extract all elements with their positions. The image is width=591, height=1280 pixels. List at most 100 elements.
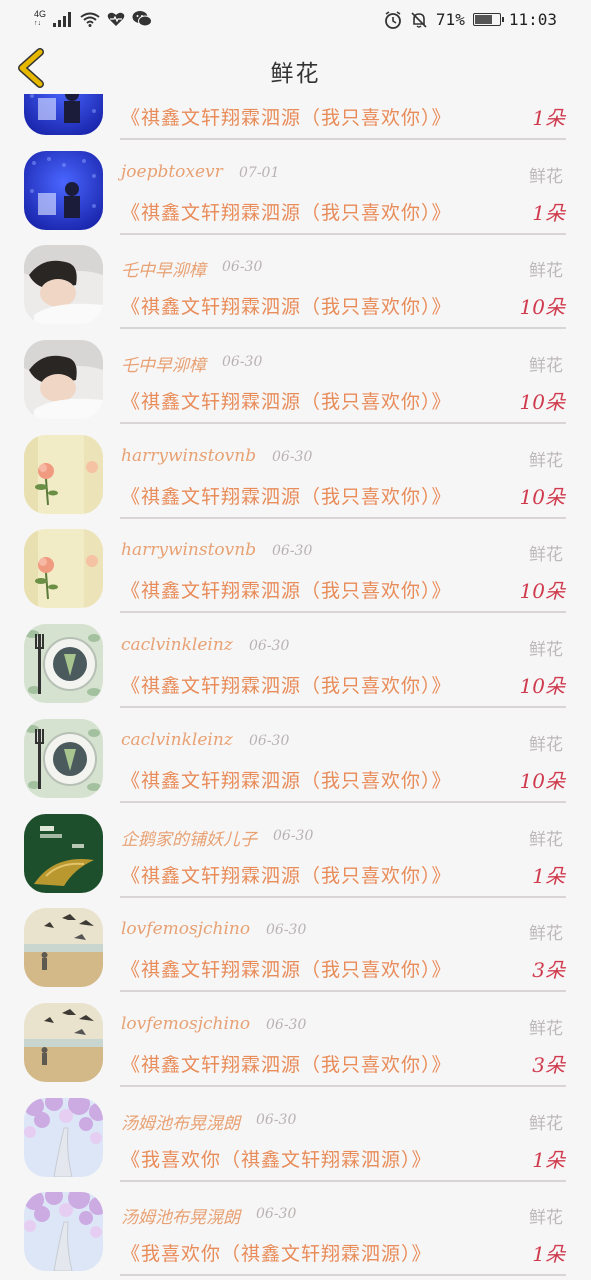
gift-count: 3朵 [532,958,565,983]
avatar[interactable] [24,624,103,704]
gift-type: 鲜花 [529,640,563,661]
list-item[interactable]: lovfemosjchino 06-30 鲜花 《祺鑫文轩翔霖泗源（我只喜欢你）》 3朵 [0,986,591,1087]
username[interactable]: 乇中早泖樟 [121,351,206,376]
gift-type: 鲜花 [529,1208,563,1229]
list-item[interactable]: 汤姆池布晃滉朗 06-30 鲜花《我喜欢你（祺鑫文轩翔霖泗源）》 1朵 [0,1175,591,1277]
list-item[interactable]: caclvinkleinz 06-30 鲜花《祺鑫文轩翔霖泗源（我只喜欢你）》 10朵 [0,702,591,803]
gift-message: 《祺鑫文轩翔霖泗源（我只喜欢你）》 [121,769,452,792]
list-item[interactable]: caclvinkleinz 06-30 鲜花《祺鑫文轩翔霖泗源（我只喜欢你）》 10朵 [0,607,591,709]
gift-date: 06-30 [256,1206,297,1223]
avatar[interactable] [24,1097,103,1177]
gift-type: 鲜花 [529,545,563,566]
avatar[interactable] [24,908,103,988]
gift-message: 《祺鑫文轩翔霖泗源（我只喜欢你）》 [121,107,452,129]
gift-type: 鲜花 [529,356,563,377]
list-item[interactable]: 汤姆池布晃滉朗 06-30 鲜花《我喜欢你（祺鑫文轩翔霖泗源）》 1朵 [0,1081,591,1182]
gift-date: 06-30 [256,1111,297,1128]
battery-percent: 71% [435,10,465,29]
avatar[interactable] [24,245,103,325]
gift-count: 10朵 [519,768,565,793]
gift-count: 3朵 [532,1052,565,1077]
gift-type: 鲜花 [529,924,563,945]
gift-message: 《祺鑫文轩翔霖泗源（我只喜欢你）》 [121,580,452,603]
gift-count: 1朵 [532,200,565,225]
list-item[interactable]: 企鹅家的铺妖儿子 06-30 鲜花《祺鑫文轩翔霖泗源（我只喜欢你）》 1朵 [0,797,591,898]
username[interactable]: caclvinkleinz [121,635,233,655]
avatar[interactable] [24,150,103,230]
battery-icon [472,13,504,26]
nav-header: 鲜花 [0,40,591,94]
avatar[interactable] [24,340,103,420]
gift-date: 06-30 [272,543,313,560]
list-item[interactable]: 乇中早泖樟 06-30 鲜花《祺鑫文轩翔霖泗源（我只喜欢你）》 10朵 [0,323,591,425]
gift-type: 鲜花 [529,829,563,850]
signal-icon [53,11,72,27]
gift-message: 《祺鑫文轩翔霖泗源（我只喜欢你）》 [121,391,452,414]
avatar[interactable] [24,718,103,798]
gift-count: 10朵 [519,579,565,604]
avatar[interactable] [24,1002,103,1082]
username[interactable]: caclvinkleinz [121,730,233,750]
gift-type: 鲜花 [529,1113,563,1134]
gift-message: 《祺鑫文轩翔霖泗源（我只喜欢你）》 [121,1053,452,1076]
gift-type: 鲜花 [529,261,563,282]
username[interactable]: lovfemosjchino [121,1014,250,1034]
username[interactable]: lovfemosjchino [121,919,250,939]
list-item[interactable]: harrywinstovnb 06-30 鲜花《祺鑫文轩翔霖泗源（我只喜欢你）》 10… [0,512,591,614]
gift-count: 10朵 [519,390,565,415]
avatar[interactable] [24,1192,103,1272]
avatar[interactable] [24,434,103,514]
gift-type: 鲜花 [529,1018,563,1039]
gift-message: 《祺鑫文轩翔霖泗源（我只喜欢你）》 [121,675,452,698]
mute-icon [411,11,427,28]
username[interactable]: harrywinstovnb [121,446,256,466]
gift-date: 06-30 [222,354,263,371]
avatar[interactable] [24,813,103,893]
gift-type: 鲜花 [529,166,563,187]
username[interactable]: harrywinstovnb [121,540,256,560]
wifi-icon [80,12,100,27]
gift-count: 1朵 [532,863,565,888]
gift-message: 《我喜欢你（祺鑫文轩翔霖泗源）》 [121,1148,432,1171]
gift-message: 《我喜欢你（祺鑫文轩翔霖泗源）》 [121,1243,432,1266]
gift-count: 1朵 [532,1242,565,1267]
username[interactable]: joepbtoxevr [121,162,223,182]
gift-date: 06-30 [249,732,290,749]
gift-type: 鲜花 [529,450,563,471]
gift-message: 《祺鑫文轩翔霖泗源（我只喜欢你）》 [121,959,452,982]
gift-message: 《祺鑫文轩翔霖泗源（我只喜欢你）》 [121,201,452,224]
gift-count: 1朵 [532,106,565,130]
avatar[interactable] [24,94,103,135]
list-item[interactable]: harrywinstovnb 06-30 鲜花《祺鑫文轩翔霖泗源（我只喜欢你）》 10… [0,418,591,519]
gift-message: 《祺鑫文轩翔霖泗源（我只喜欢你）》 [121,296,452,319]
avatar[interactable] [24,529,103,609]
username[interactable]: 乇中早泖樟 [121,256,206,281]
gift-count: 10朵 [519,484,565,509]
gift-date: 06-30 [273,827,314,844]
gift-count: 1朵 [532,1147,565,1172]
list-item[interactable]: lovfemosjchino 06-30 鲜花《祺鑫文轩翔霖泗源（我只喜欢你）》 3朵 [0,891,591,993]
divider [120,1274,566,1277]
gift-count: 10朵 [519,295,565,320]
gift-message: 《祺鑫文轩翔霖泗源（我只喜欢你）》 [121,864,452,887]
gift-type: 鲜花 [529,734,563,755]
list-item[interactable]: joepbtoxevr 07-01 鲜花 《祺鑫文轩翔霖泗源（我只喜欢你）》 1朵 [0,134,591,235]
page-title: 鲜花 [270,61,321,87]
network-type: 4G ↑↓ [34,9,47,28]
gift-date: 06-30 [222,259,263,276]
list-item[interactable]: 乇中早泖樟 06-30 鲜花《祺鑫文轩翔霖泗源（我只喜欢你）》 10朵 [0,228,591,330]
username[interactable]: 汤姆池布晃滉朗 [121,1109,240,1134]
gift-date: 06-30 [266,922,307,939]
username[interactable]: 企鹅家的铺妖儿子 [121,825,257,850]
username[interactable]: 汤姆池布晃滉朗 [121,1203,240,1228]
gift-date: 06-30 [249,638,290,655]
clock: 11:03 [508,10,557,29]
gift-list[interactable]: 《祺鑫文轩翔霖泗源（我只喜欢你）》 1朵 joepbtoxevr 07-01 鲜花 《祺鑫… [0,94,591,1280]
status-bar: 4G ↑↓ 71% 11:03 [0,0,591,40]
list-item[interactable]: 《祺鑫文轩翔霖泗源（我只喜欢你）》 1朵 [0,94,591,140]
gift-count: 10朵 [519,674,565,699]
gift-date: 06-30 [272,448,313,465]
alarm-icon [385,10,401,29]
heart-icon [107,12,125,26]
gift-message: 《祺鑫文轩翔霖泗源（我只喜欢你）》 [121,485,452,508]
